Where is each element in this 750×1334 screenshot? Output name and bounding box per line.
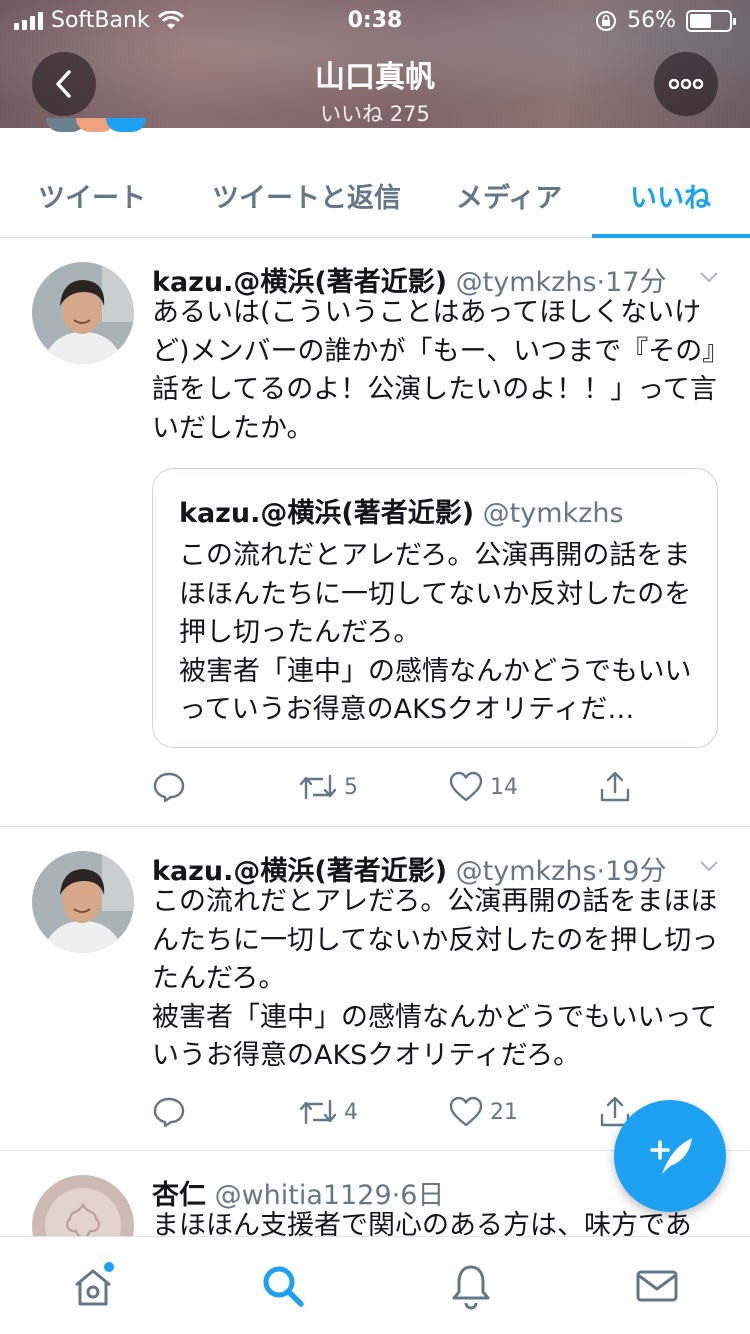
tab-likes[interactable]: いいね xyxy=(630,176,711,215)
search-icon xyxy=(263,1266,304,1307)
retweet-count: 4 xyxy=(344,1099,358,1125)
bottom-tab-bar xyxy=(0,1236,750,1334)
tab-tweets[interactable]: ツイート xyxy=(38,176,146,215)
more-button[interactable] xyxy=(654,52,718,116)
like-button[interactable]: 14 xyxy=(448,770,518,804)
likes-count: いいね 275 xyxy=(320,102,430,126)
retweet-button[interactable]: 5 xyxy=(298,770,358,804)
status-bar: SoftBank 0:38 56% xyxy=(0,0,750,40)
share-button[interactable] xyxy=(598,770,632,804)
profile-tabs: ツイート ツイートと返信 メディア いいね xyxy=(0,118,750,238)
rotation-lock-icon xyxy=(596,10,617,31)
reply-icon xyxy=(153,772,185,803)
chevron-down-icon[interactable] xyxy=(698,266,720,288)
tweet-actions: 4 21 xyxy=(152,1095,630,1135)
tweet-text: あるいは(こういうことはあってほしくないけど)メンバーの誰かが「もー、いつまで『… xyxy=(152,297,717,444)
like-count: 14 xyxy=(490,774,518,800)
retweet-icon xyxy=(299,1099,337,1125)
nav-notifications[interactable] xyxy=(446,1261,496,1311)
reply-button[interactable] xyxy=(152,1095,186,1129)
tweet-actions: 5 14 xyxy=(152,770,630,810)
reply-icon xyxy=(153,1097,185,1128)
tweet-card[interactable]: kazu.@横浜(著者近影) @tymkzhs·17分 あるいは(こういうことは… xyxy=(0,238,750,827)
mail-icon xyxy=(636,1270,678,1302)
battery-icon xyxy=(686,9,736,32)
tweet-text: この流れだとアレだろ。公演再開の話をまほほんたちに一切してないか反対したのを押し… xyxy=(152,886,719,1071)
avatar[interactable] xyxy=(32,1175,134,1236)
more-icon xyxy=(668,79,704,89)
quoted-author-name: kazu.@横浜(著者近影) xyxy=(179,498,475,529)
quoted-tweet[interactable]: kazu.@横浜(著者近影) @tymkzhs この流れだとアレだろ。公演再開の… xyxy=(152,468,718,748)
like-button[interactable]: 21 xyxy=(448,1095,518,1129)
compose-icon xyxy=(650,1138,692,1174)
profile-name: 山口真帆 xyxy=(315,60,435,95)
chevron-down-icon[interactable] xyxy=(698,855,720,877)
retweet-count: 5 xyxy=(344,774,358,800)
heart-icon xyxy=(449,1096,483,1127)
quoted-tweet-text: この流れだとアレだろ。公演再開の話をまほほんたちに一切してないか反対したのを押し… xyxy=(179,540,692,725)
nav-home[interactable] xyxy=(68,1261,118,1311)
avatar[interactable] xyxy=(32,262,134,364)
heart-icon xyxy=(449,771,483,802)
tab-media[interactable]: メディア xyxy=(456,176,562,215)
like-count: 21 xyxy=(490,1099,518,1125)
home-icon xyxy=(75,1262,114,1306)
avatar[interactable] xyxy=(32,851,134,953)
nav-search[interactable] xyxy=(258,1261,308,1311)
nav-messages[interactable] xyxy=(632,1261,682,1311)
retweet-button[interactable]: 4 xyxy=(298,1095,358,1129)
bell-icon xyxy=(452,1265,490,1310)
battery-percent: 56% xyxy=(627,8,676,33)
reply-button[interactable] xyxy=(152,770,186,804)
tab-tweets-replies[interactable]: ツイートと返信 xyxy=(212,176,401,215)
quoted-author-handle: @tymkzhs xyxy=(482,498,624,529)
profile-header: SoftBank 0:38 56% 山口真帆 いいね 275 xyxy=(0,0,750,128)
share-icon xyxy=(600,771,630,802)
tweet-card[interactable]: kazu.@横浜(著者近影) @tymkzhs·19分 この流れだとアレだろ。公… xyxy=(0,827,750,1151)
retweet-icon xyxy=(299,774,337,800)
compose-button[interactable] xyxy=(614,1100,726,1212)
tweet-text: まほほん支援者で関心のある方は、味方であ xyxy=(152,1210,692,1236)
